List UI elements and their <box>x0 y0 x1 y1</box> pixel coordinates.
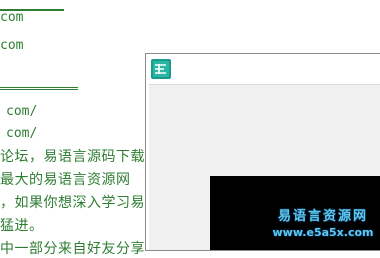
watermark-title: 易语言资源网 <box>277 209 368 224</box>
app-logo-icon <box>151 59 171 79</box>
paragraph-line: ，如果你想深入学习易 <box>0 195 145 211</box>
paragraph-line: 论坛，易语言源码下载 <box>0 149 145 165</box>
watermark-url: www.e5a5x.com <box>272 226 374 239</box>
paragraph-line: 最大的易语言资源网 <box>0 172 131 188</box>
url-fragment: com/ <box>6 126 38 141</box>
url-fragment: com/ <box>6 104 38 119</box>
url-fragment: com <box>0 38 24 53</box>
window-titlebar[interactable] <box>146 54 380 82</box>
watermark: 易语言资源网 www.e5a5x.com <box>268 205 378 239</box>
paragraph-line: 中一部分来自好友分享 <box>0 241 145 257</box>
url-fragment: com <box>0 10 24 25</box>
divider-double-line <box>0 87 78 90</box>
paragraph-line: 猛进。 <box>0 218 44 234</box>
